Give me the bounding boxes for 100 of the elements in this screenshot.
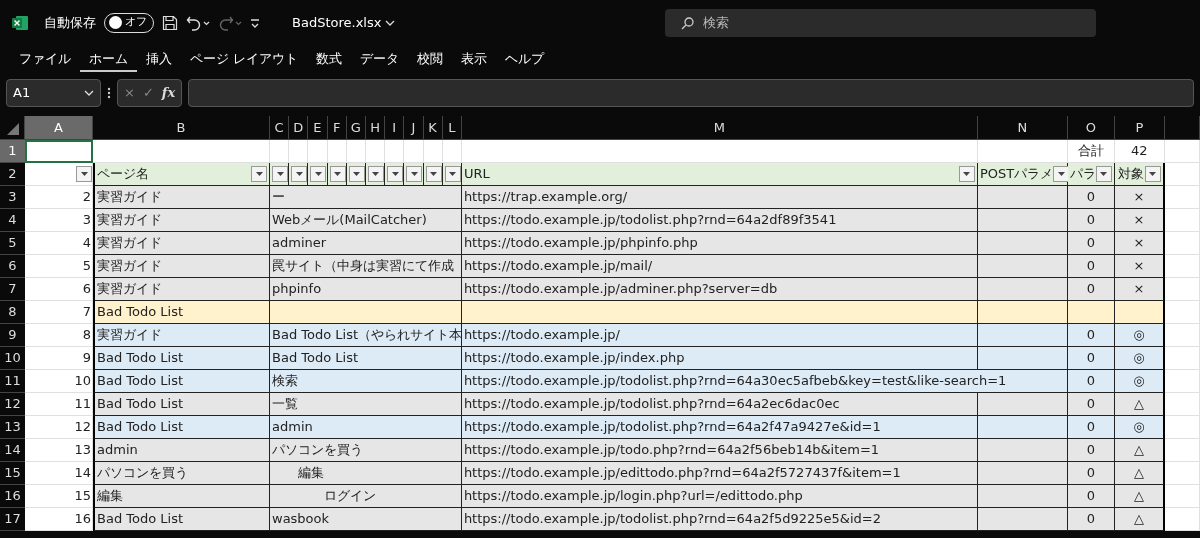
ribbon-tab[interactable]: 数式 (307, 47, 351, 73)
column-header (1164, 116, 1200, 140)
search-field[interactable]: 検索 (665, 8, 1096, 37)
table-cell (1067, 301, 1115, 324)
column-header[interactable]: H (365, 116, 386, 140)
column-header[interactable]: M (461, 116, 978, 140)
column-header[interactable]: K (423, 116, 443, 140)
column-header[interactable]: A (25, 116, 93, 140)
undo-icon[interactable] (186, 14, 210, 31)
heading-text: URL (463, 165, 490, 184)
caret-down-icon (276, 172, 284, 176)
row-header[interactable]: 1 (0, 140, 25, 163)
ribbon-tab[interactable]: データ (351, 47, 408, 73)
table-cell: 9 (25, 347, 93, 370)
table-cell: × (1114, 209, 1165, 232)
ribbon-tab[interactable]: ヘルプ (496, 47, 553, 73)
table-cell: 編集 (270, 462, 462, 485)
caret-down-icon (255, 172, 263, 176)
table-cell: △ (1114, 508, 1165, 531)
table-cell: https://todo.example.jp/todolist.php?rnd=64a2f47a9427e&id=1 (461, 416, 978, 439)
ribbon-tab[interactable]: 校閲 (408, 47, 452, 73)
table-cell: 4 (25, 232, 93, 255)
column-header[interactable]: G (346, 116, 366, 140)
filter-button[interactable] (251, 166, 267, 182)
column-header[interactable]: C (270, 116, 290, 140)
column-header[interactable]: P (1114, 116, 1165, 140)
enter-button[interactable]: ✓ (142, 83, 154, 103)
autosave-toggle[interactable]: オフ (104, 12, 154, 33)
insert-function-button[interactable]: fx (161, 83, 176, 103)
column-header[interactable]: O (1067, 116, 1115, 140)
column-header[interactable]: D (289, 116, 309, 140)
table-cell: 7 (25, 301, 93, 324)
table-cell: ◎ (1114, 416, 1165, 439)
table-cell: 罠サイト（中身は実習にて作成 (270, 255, 462, 278)
table-cell: https://todo.example.jp/todolist.php?rnd=64a2df89f3541 (461, 209, 978, 232)
table-cell: ログイン (270, 485, 462, 508)
caret-down-icon (80, 172, 88, 176)
column-header[interactable]: E (308, 116, 328, 140)
filter-button[interactable] (1053, 166, 1070, 182)
customize-toolbar-icon[interactable] (250, 17, 260, 28)
name-box[interactable]: A1 (6, 79, 101, 107)
ribbon-tab[interactable]: ファイル (10, 47, 80, 73)
column-header[interactable]: I (385, 116, 405, 140)
caret-down-icon (449, 172, 457, 176)
table-cell: 3 (25, 209, 93, 232)
table-cell: 10 (25, 370, 93, 393)
table-cell (1164, 186, 1200, 209)
table-cell: https://todo.example.jp/todolist.php?rnd=64a30ec5afbeb&key=test&like-search=1 (461, 370, 1068, 393)
caret-down-icon (372, 172, 380, 176)
table-cell: ◎ (1114, 324, 1165, 347)
filename-button[interactable]: BadStore.xlsx (292, 12, 382, 33)
table-cell: https://todo.example.jp/mail/ (461, 255, 978, 278)
search-icon (681, 16, 694, 30)
caret-down-icon (1149, 172, 1157, 176)
caret-down-icon (430, 172, 437, 176)
redo-icon[interactable] (218, 14, 242, 31)
column-header[interactable]: N (977, 116, 1068, 140)
ribbon-tab[interactable]: 表示 (452, 47, 496, 73)
table-cell: パソコンを買う (270, 439, 462, 462)
table-cell: 実習ガイド (93, 324, 270, 347)
table-cell: 実習ガイド (93, 255, 270, 278)
chevron-down-icon[interactable] (385, 19, 396, 26)
table-cell: Bad Todo List（やられサイト本 (270, 324, 462, 347)
table-cell: 14 (25, 462, 93, 485)
table-cell: 実習ガイド (93, 209, 270, 232)
formula-field[interactable] (188, 79, 1194, 107)
save-icon[interactable] (162, 14, 178, 31)
ribbon-tab[interactable]: ページ レイアウト (181, 47, 307, 73)
table-cell: 0 (1067, 324, 1115, 347)
table-cell (1164, 462, 1200, 485)
table-cell: 8 (25, 324, 93, 347)
more-options-icon[interactable] (107, 86, 111, 100)
column-header[interactable]: B (93, 116, 270, 140)
sort-filter-button[interactable] (76, 166, 92, 182)
column-header[interactable]: J (404, 116, 424, 140)
table-cell (1164, 278, 1200, 301)
column-header[interactable]: L (442, 116, 462, 140)
cancel-button[interactable]: × (124, 83, 135, 103)
table-cell (270, 140, 290, 163)
table-cell: https://todo.example.jp/todolist.php?rnd=64a2ec6dac0ec (461, 393, 978, 416)
table-cell: admin (270, 416, 462, 439)
ribbon-tab[interactable]: ホーム (80, 47, 137, 73)
column-header[interactable]: F (327, 116, 347, 140)
table-cell: Bad Todo List (93, 301, 270, 324)
filter-button[interactable] (1144, 166, 1161, 182)
ribbon-tab[interactable]: 挿入 (137, 47, 181, 73)
table-cell: 合計 (1067, 140, 1115, 163)
filter-button[interactable] (1095, 166, 1112, 182)
table-cell (1164, 163, 1200, 186)
filter-button[interactable] (958, 166, 975, 182)
table-cell: 0 (1067, 416, 1115, 439)
table-cell: 0 (1067, 508, 1115, 531)
table-cell: △ (1114, 462, 1165, 485)
heading-text: パラ (1069, 165, 1096, 184)
table-cell: 16 (25, 508, 93, 531)
caret-down-icon (353, 172, 361, 176)
select-all-button[interactable] (0, 116, 25, 140)
table-cell: パソコンを買う (93, 462, 270, 485)
table-cell (1164, 140, 1200, 163)
table-cell: × (1114, 232, 1165, 255)
